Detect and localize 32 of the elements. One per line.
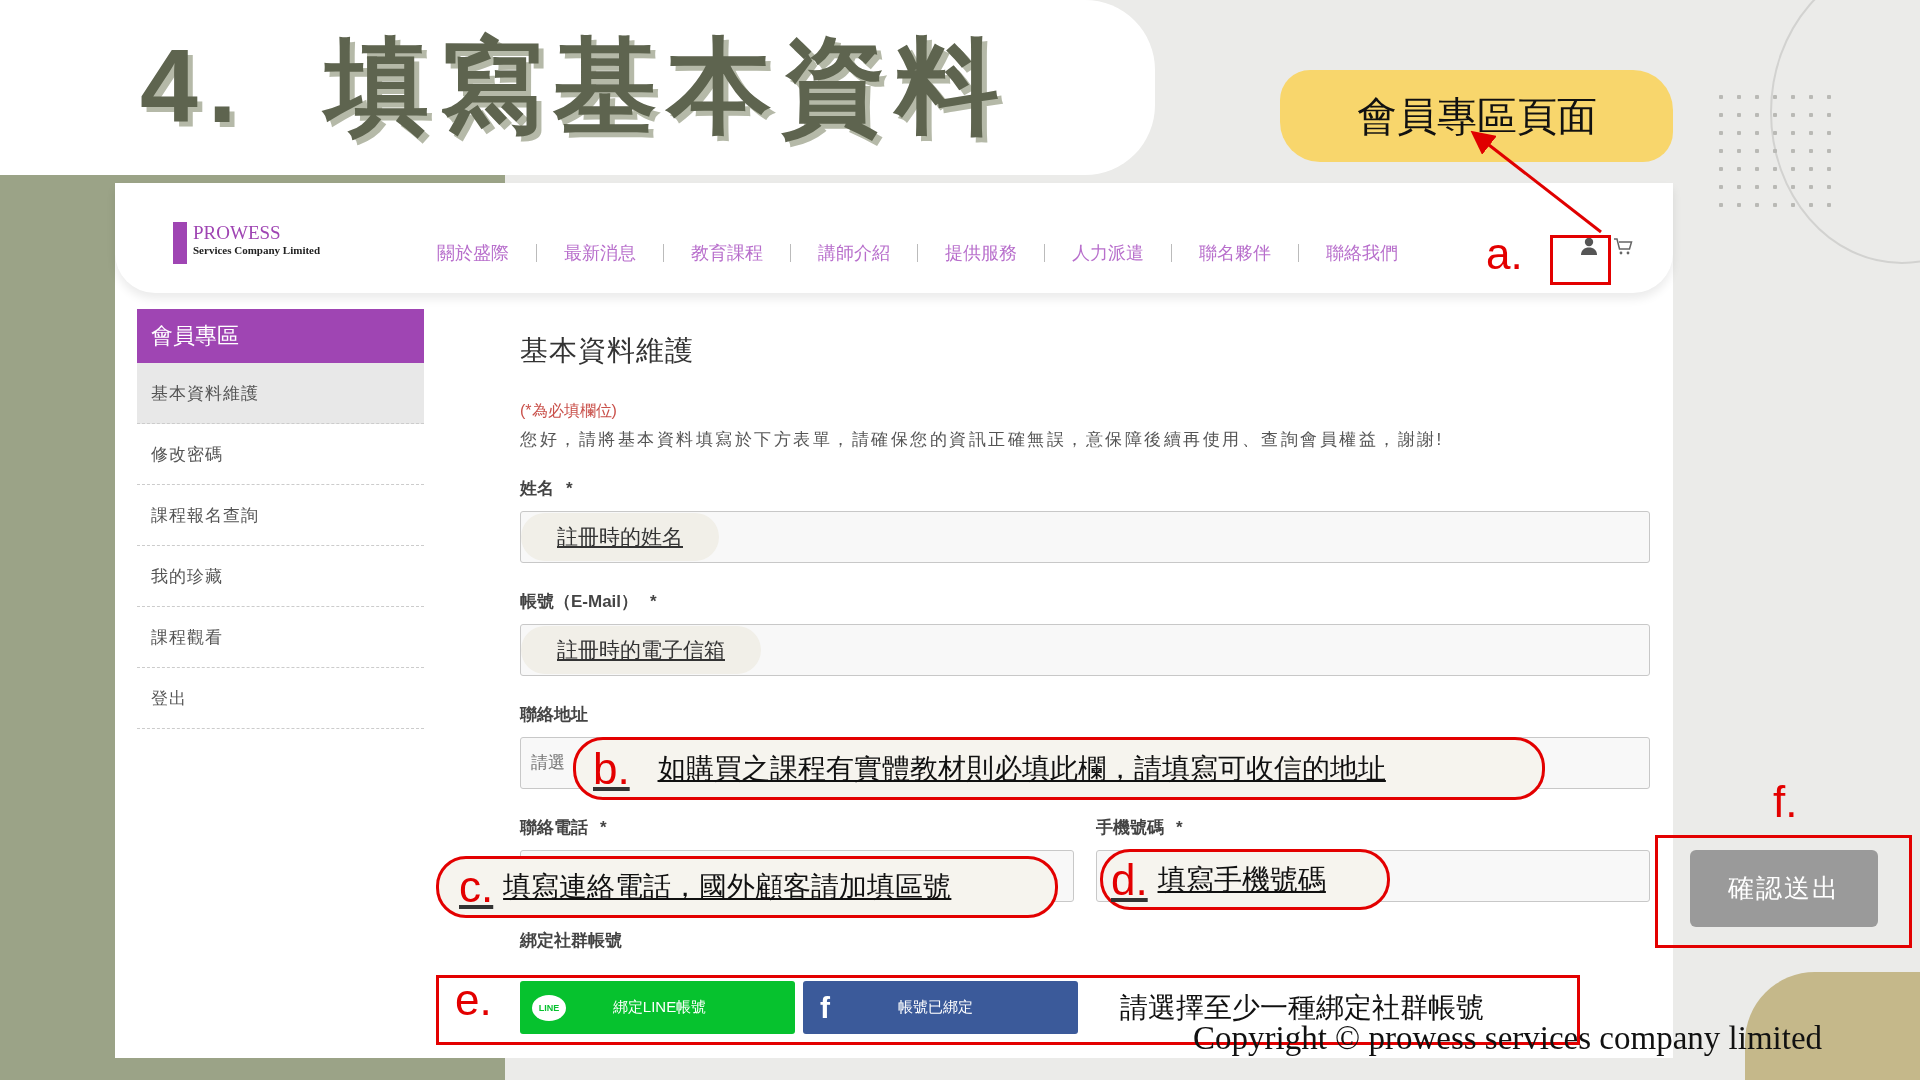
required-mark: * [650, 592, 657, 612]
annotation-text: 填寫連絡電話，國外顧客請加填區號 [503, 870, 952, 904]
form-title: 基本資料維護 [520, 334, 695, 368]
logo-name: PROWESS [193, 222, 282, 244]
annotation-text: 請選擇至少一種綁定社群帳號 [1120, 991, 1484, 1025]
callout-label: 會員專區頁面 [1280, 70, 1673, 162]
step-letter: f. [1773, 776, 1798, 828]
field-label: 姓名 [520, 479, 554, 499]
sidebar-heading: 會員專區 [137, 309, 424, 363]
field-label: 帳號（E-Mail） [520, 592, 639, 612]
required-mark: * [600, 818, 607, 838]
field-label: 綁定社群帳號 [520, 931, 622, 951]
step-letter: d. [1111, 854, 1148, 905]
letter-icon: f [815, 990, 835, 1025]
step-letter: e. [455, 974, 492, 1026]
field-value: 註冊時的電子信箱 [521, 626, 761, 674]
required-mark: * [566, 479, 573, 499]
field-label: 聯絡電話 [520, 818, 588, 838]
step-letter: a. [1486, 228, 1523, 280]
chat-bubble-icon: LINE [532, 994, 566, 1021]
step-letter: b. [593, 743, 630, 794]
required-mark: * [1176, 818, 1183, 838]
required-note: (*為必填欄位) [520, 401, 618, 421]
logo-tagline: Services Company Limited [193, 244, 321, 256]
field-value: 註冊時的姓名 [521, 513, 719, 561]
field-label: 手機號碼 [1096, 818, 1164, 838]
annotation-text: 填寫手機號碼 [1157, 862, 1326, 897]
field-label: 聯絡地址 [520, 705, 588, 725]
slide-title: 4. 填寫基本資料 [140, 26, 1009, 146]
intro-text: 您好，請將基本資料填寫於下方表單，請確保您的資訊正確無誤，意保障後續再使用、查詢會員權益，謝謝! [520, 430, 1445, 450]
annotation-text: 如購買之課程有實體教材則必填此欄，請填寫可收信的地址 [657, 751, 1386, 786]
step-letter: c. [459, 862, 494, 912]
